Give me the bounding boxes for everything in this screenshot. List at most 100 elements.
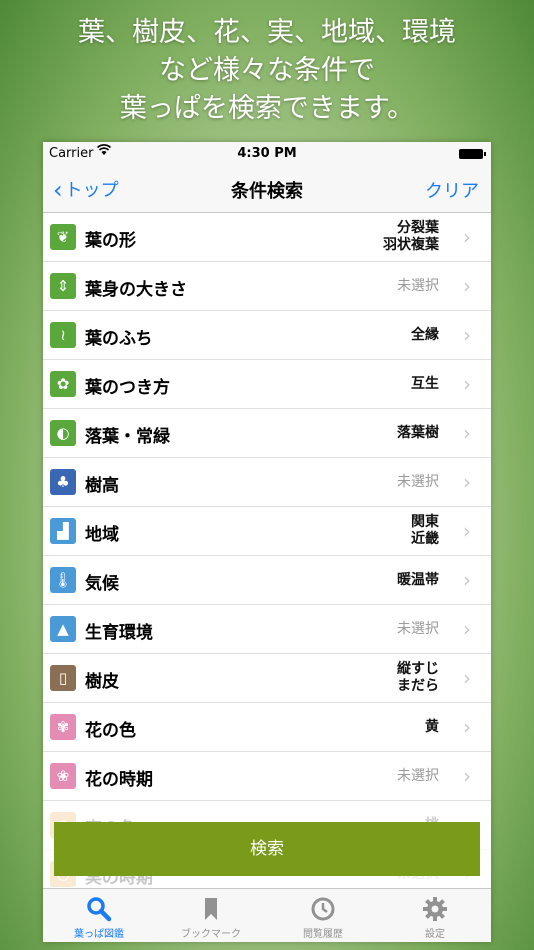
chevron-right-icon: › [463,617,471,641]
condition-value-line: まだら [397,678,439,694]
leaf-size-icon: ⇕ [50,273,76,299]
condition-label: 落葉・常緑 [85,427,170,447]
condition-row[interactable]: ▲ 生育環境 未選択 › [43,605,491,654]
deciduous-icon: ◐ [50,420,76,446]
mountain-icon: ▲ [50,616,76,642]
tab-history[interactable]: 閲覧履歴 [267,889,379,942]
status-bar: Carrier 4:30 PM [43,142,491,166]
condition-label: 葉のふち [85,329,153,349]
chevron-right-icon: › [463,764,471,788]
condition-value-line: 落葉樹 [397,424,439,441]
battery-icon [459,149,486,159]
condition-value-line: 互生 [411,375,439,392]
condition-row[interactable]: ◐ 落葉・常緑 落葉樹 › [43,409,491,458]
condition-value-line: 羽状複葉 [383,237,439,253]
gear-icon [379,895,491,923]
chevron-right-icon: › [463,274,471,298]
condition-value: 黄 [425,703,439,751]
condition-value: 分裂葉 羽状複葉 [383,213,439,261]
condition-row[interactable]: ✾ 花の色 黄 › [43,703,491,752]
condition-value-line: 未選択 [397,767,439,784]
condition-value: 縦すじ まだら [397,654,439,702]
leaf-arrangement-icon: ✿ [50,371,76,397]
promo-line-2: など様々な条件で [159,55,375,86]
bark-icon: ▯ [50,665,76,691]
condition-row[interactable]: ❦ 葉の形 分裂葉 羽状複葉 › [43,213,491,262]
leaf-shape-icon: ❦ [50,224,76,250]
chevron-right-icon: › [463,715,471,739]
flower-season-icon: ❀ [50,763,76,789]
history-icon [267,895,379,923]
tree-icon: ♣ [50,469,76,495]
chevron-right-icon: › [463,470,471,494]
flower-color-icon: ✾ [50,714,76,740]
region-icon: ▟ [50,518,76,544]
tab-gear[interactable]: 設定 [379,889,491,942]
condition-label: 気候 [85,574,119,594]
condition-row[interactable]: ≀ 葉のふち 全縁 › [43,311,491,360]
tab-label: ブックマーク [181,929,241,940]
condition-value-line: 未選択 [397,473,439,490]
condition-value-line: 暖温帯 [397,571,439,588]
clear-button[interactable]: クリア [425,177,479,203]
promo-caption: 葉、樹皮、花、実、地域、環境 など様々な条件で 葉っぱを検索できます。 [0,14,534,128]
condition-row[interactable]: ♣ 樹高 未選択 › [43,458,491,507]
condition-label: 花の色 [85,721,136,741]
tab-label: 閲覧履歴 [303,929,343,940]
condition-list: ❦ 葉の形 分裂葉 羽状複葉 › ⇕ 葉身の大きさ 未選択 › ≀ 葉のふち 全縁 › ✿ 葉のつき方 互生 ›… [43,213,491,899]
condition-value-line: 近畿 [411,531,439,547]
condition-value-line: 関東 [411,514,439,530]
condition-value: 全縁 [411,311,439,359]
tab-bar: 葉っぱ図鑑 ブックマーク 閲覧履歴 設定 [43,888,491,942]
tab-label: 設定 [425,929,445,940]
condition-value-line: 未選択 [397,277,439,294]
condition-label: 葉のつき方 [85,378,170,398]
tab-label: 葉っぱ図鑑 [74,929,124,940]
condition-value-line: 分裂葉 [397,220,439,236]
condition-row[interactable]: ⇕ 葉身の大きさ 未選択 › [43,262,491,311]
condition-value-line: 黄 [425,718,439,735]
condition-label: 生育環境 [85,623,153,643]
condition-row[interactable]: 🌡 気候 暖温帯 › [43,556,491,605]
search-button[interactable]: 検索 [54,822,480,876]
chevron-right-icon: › [463,225,471,249]
search-button-area: 検索 [43,810,491,888]
thermometer-icon: 🌡 [50,567,76,593]
promo-line-3: 葉っぱを検索できます。 [119,93,415,124]
navigation-bar: ‹ トップ 条件検索 クリア [43,166,491,213]
chevron-right-icon: › [463,568,471,592]
tab-search[interactable]: 葉っぱ図鑑 [43,889,155,942]
chevron-right-icon: › [463,372,471,396]
condition-value: 未選択 [397,605,439,653]
chevron-right-icon: › [463,519,471,543]
condition-value-line: 全縁 [411,326,439,343]
condition-value: 互生 [411,360,439,408]
condition-label: 葉身の大きさ [85,280,187,300]
condition-value: 暖温帯 [397,556,439,604]
search-icon [43,895,155,923]
tab-bookmark[interactable]: ブックマーク [155,889,267,942]
leaf-edge-icon: ≀ [50,322,76,348]
status-time: 4:30 PM [237,146,297,161]
condition-value-line: 縦すじ [397,661,439,677]
page-title: 条件検索 [231,181,303,202]
condition-label: 葉の形 [85,231,136,251]
condition-value: 落葉樹 [397,409,439,457]
condition-value-line: 未選択 [397,620,439,637]
condition-label: 地域 [85,525,119,545]
bookmark-icon [155,895,267,923]
condition-row[interactable]: ▟ 地域 関東 近畿 › [43,507,491,556]
condition-row[interactable]: ▯ 樹皮 縦すじ まだら › [43,654,491,703]
chevron-right-icon: › [463,421,471,445]
condition-value: 未選択 [397,458,439,506]
condition-row[interactable]: ✿ 葉のつき方 互生 › [43,360,491,409]
condition-value: 関東 近畿 [411,507,439,555]
condition-label: 花の時期 [85,770,153,790]
condition-label: 樹高 [85,476,119,496]
chevron-right-icon: › [463,666,471,690]
phone-screen: Carrier 4:30 PM ‹ トップ 条件検索 クリア ❦ 葉の形 分裂葉 羽状複… [43,142,491,942]
promo-line-1: 葉、樹皮、花、実、地域、環境 [78,17,456,48]
condition-row[interactable]: ❀ 花の時期 未選択 › [43,752,491,801]
condition-label: 樹皮 [85,672,119,692]
chevron-right-icon: › [463,323,471,347]
